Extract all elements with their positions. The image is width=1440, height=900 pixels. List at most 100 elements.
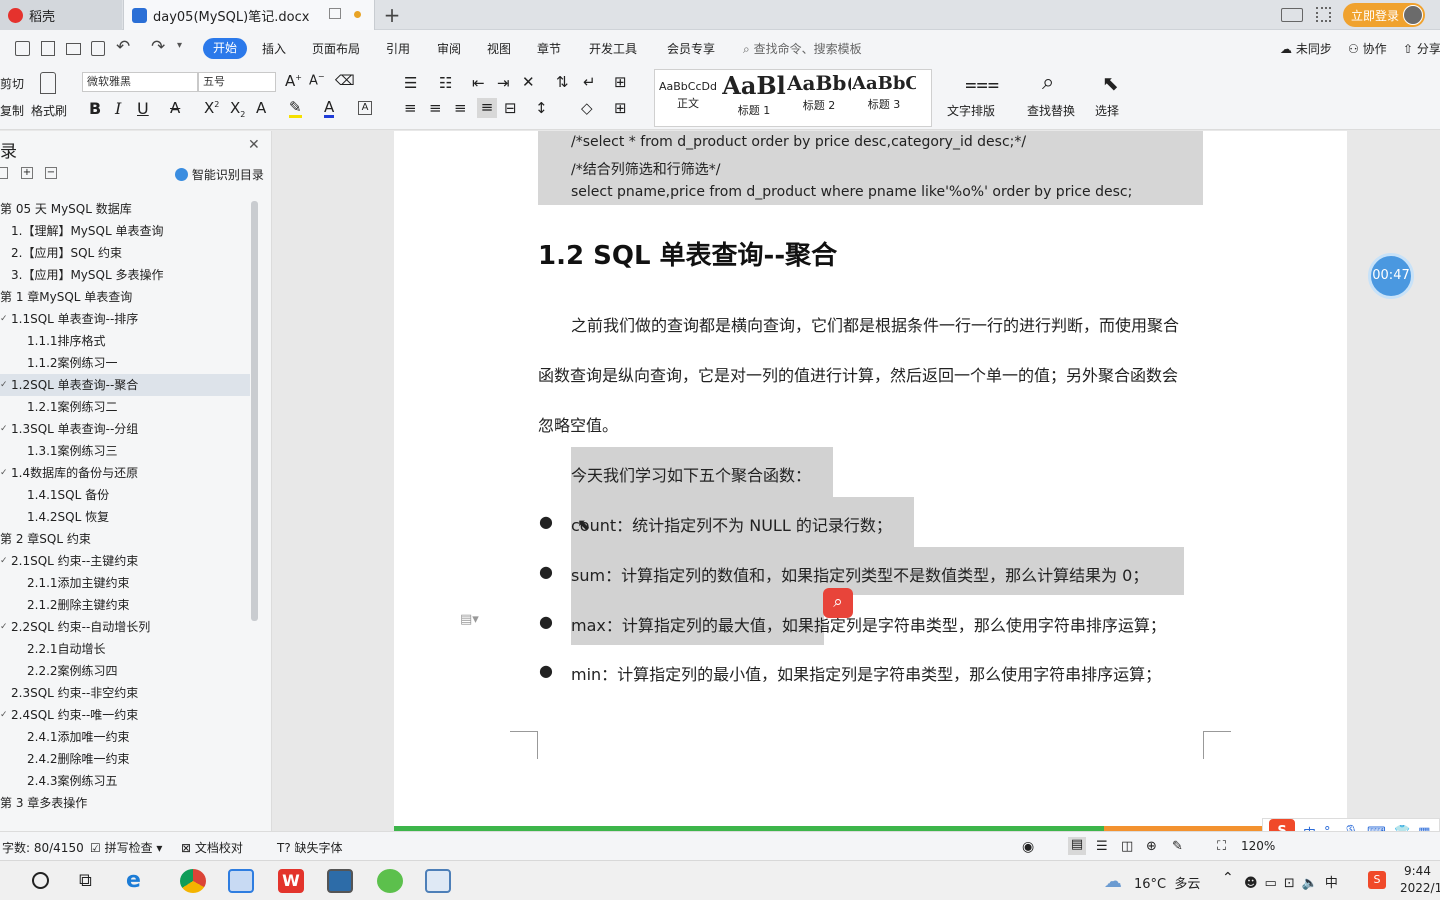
layout-icon[interactable] <box>1281 8 1303 22</box>
select-cursor-icon[interactable]: ⬉ <box>1102 71 1119 95</box>
redo-icon[interactable]: ↷ <box>151 37 165 57</box>
menu-review[interactable]: 审阅 <box>437 40 461 57</box>
highlight-color-button[interactable]: ✎ <box>289 99 302 118</box>
task-view-icon[interactable]: ⧉ <box>79 870 92 891</box>
ie-icon[interactable]: e <box>126 869 152 893</box>
paragraph-handle-icon[interactable]: ▤▾ <box>460 612 479 627</box>
browser-app-icon[interactable] <box>377 869 403 893</box>
word-count[interactable]: 字数: 80/4150 <box>2 839 84 856</box>
char-border-button[interactable]: A <box>358 101 372 115</box>
missing-font-button[interactable]: T? 缺失字体 <box>277 839 343 856</box>
toc-item[interactable]: 1.2.1案例练习二 <box>0 396 250 418</box>
login-button[interactable]: 立即登录 <box>1343 3 1425 27</box>
indent-icon[interactable]: ⇥ <box>497 74 510 92</box>
write-view-icon[interactable]: ✎ <box>1172 839 1183 854</box>
text-layout-icon[interactable]: ⩶ <box>965 71 999 95</box>
undo-icon[interactable]: ↶ <box>116 37 130 57</box>
toc-item[interactable]: ✓ 1.1SQL 单表查询--排序 <box>0 308 250 330</box>
font-shrink-icon[interactable]: A− <box>309 72 325 88</box>
toc-scrollbar[interactable] <box>251 201 258 621</box>
web-view-icon[interactable]: ⊕ <box>1146 839 1157 854</box>
superscript-button[interactable]: X2 <box>204 99 219 117</box>
tab-document[interactable]: day05(MySQL)笔记.docx <box>123 0 375 30</box>
doc-proofread-button[interactable]: ⊠ 文档校对 <box>181 839 243 856</box>
document-page[interactable]: /*select * from d_product order by price… <box>394 131 1347 831</box>
style-heading-3[interactable]: AaBbC 标题 3 <box>852 71 916 125</box>
print-preview-icon[interactable] <box>91 41 105 56</box>
toc-item[interactable]: 2.4.2删除唯一约束 <box>0 748 250 770</box>
quick-access-dropdown-icon[interactable]: ▾ <box>177 40 182 51</box>
font-grow-icon[interactable]: A+ <box>285 72 302 90</box>
font-family-select[interactable]: 微软雅黑 <box>82 72 198 92</box>
style-heading-1[interactable]: AaBl 标题 1 <box>722 71 786 125</box>
collapse-all-icon[interactable] <box>0 167 8 179</box>
font-size-select[interactable]: 五号 <box>198 72 276 92</box>
align-right-icon[interactable]: ≡ <box>454 99 467 117</box>
menu-references[interactable]: 引用 <box>386 40 410 57</box>
toc-item[interactable]: 1.【理解】MySQL 单表查询 <box>0 220 250 242</box>
format-painter-icon[interactable] <box>40 72 56 94</box>
style-heading-2[interactable]: AaBb(标题 2 <box>787 71 851 125</box>
style-normal[interactable]: AaBbCcDd 正文 <box>656 71 720 125</box>
collaborate-button[interactable]: ⚇ 协作 <box>1348 40 1387 57</box>
clock-date[interactable]: 2022/1 <box>1400 881 1440 895</box>
chrome-icon[interactable] <box>180 869 206 893</box>
cut-button[interactable]: 剪切 <box>0 75 24 92</box>
text-effect-button[interactable]: A <box>256 99 266 117</box>
quick-search-icon[interactable]: ⌕ <box>823 588 853 618</box>
save-icon[interactable] <box>15 41 30 56</box>
expand-caret-icon[interactable]: ✓ <box>0 418 8 440</box>
toc-item[interactable]: ✓ 2.2SQL 约束--自动增长列 <box>0 616 250 638</box>
spell-check-button[interactable]: ☑ 拼写检查 ▾ <box>90 839 162 856</box>
text-layout-button[interactable]: 文字排版 <box>947 102 995 119</box>
print-icon[interactable] <box>66 43 81 55</box>
expand-caret-icon[interactable]: ✓ <box>0 616 8 638</box>
align-left-icon[interactable]: ≡ <box>404 99 417 117</box>
copy-button[interactable]: 复制 <box>0 102 24 119</box>
expand-caret-icon[interactable]: ✓ <box>0 462 8 484</box>
numbered-list-icon[interactable]: ☷ <box>439 74 452 92</box>
outline-view-icon[interactable]: ☰ <box>1096 839 1108 854</box>
fit-page-icon[interactable]: ⛶ <box>1217 839 1226 854</box>
justify-icon[interactable]: ≡ <box>477 98 497 118</box>
show-marks-icon[interactable]: ↵ <box>583 73 596 91</box>
clear-format-icon[interactable]: ⌫ <box>335 73 355 89</box>
align-center-icon[interactable]: ≡ <box>429 99 442 117</box>
toc-item[interactable]: ✓ 1.4数据库的备份与还原 <box>0 462 250 484</box>
toc-item[interactable]: 2.1.1添加主键约束 <box>0 572 250 594</box>
window-restore-icon[interactable] <box>329 8 341 19</box>
expand-caret-icon[interactable]: ✓ <box>0 374 8 396</box>
close-icon[interactable]: ✕ <box>248 137 260 153</box>
menu-developer[interactable]: 开发工具 <box>589 40 637 57</box>
select-button[interactable]: 选择 <box>1095 102 1119 119</box>
chinese-layout-icon[interactable]: ✕ <box>522 73 535 91</box>
shading-icon[interactable]: ◇ <box>581 99 593 117</box>
notepad-icon[interactable] <box>425 869 451 893</box>
toc-item[interactable]: 2.2.1自动增长 <box>0 638 250 660</box>
toc-item[interactable]: 第 1 章MySQL 单表查询 <box>0 286 250 308</box>
find-replace-button[interactable]: 查找替换 <box>1027 102 1075 119</box>
bullet-list-icon[interactable]: ☰ <box>404 74 417 92</box>
eye-protection-icon[interactable]: ◉ <box>1022 839 1034 855</box>
menu-page-layout[interactable]: 页面布局 <box>312 40 360 57</box>
distribute-icon[interactable]: ⊟ <box>504 99 517 117</box>
read-view-icon[interactable]: ◫ <box>1121 839 1133 854</box>
sort-icon[interactable]: ⇅ <box>556 73 569 91</box>
format-painter-button[interactable]: 格式刷 <box>31 102 67 119</box>
toc-item[interactable]: 2.4.3案例练习五 <box>0 770 250 792</box>
toc-item[interactable]: 1.1.1排序格式 <box>0 330 250 352</box>
wps-icon[interactable]: W <box>278 869 304 893</box>
toc-item[interactable]: 2.1.2删除主键约束 <box>0 594 250 616</box>
toc-item[interactable]: 第 3 章多表操作 <box>0 792 250 814</box>
toc-item[interactable]: 3.【应用】MySQL 多表操作 <box>0 264 250 286</box>
expand-caret-icon[interactable]: ✓ <box>0 308 8 330</box>
export-icon[interactable] <box>41 41 55 56</box>
expand-icon[interactable]: + <box>21 167 33 179</box>
new-tab-button[interactable]: + <box>380 3 404 27</box>
strikethrough-button[interactable]: A <box>170 99 180 117</box>
outdent-icon[interactable]: ⇤ <box>472 74 485 92</box>
cortana-icon[interactable] <box>32 872 49 889</box>
recording-timer[interactable]: 00:47 <box>1368 253 1414 299</box>
menu-chapter[interactable]: 章节 <box>537 40 561 57</box>
expand-caret-icon[interactable]: ✓ <box>0 550 8 572</box>
